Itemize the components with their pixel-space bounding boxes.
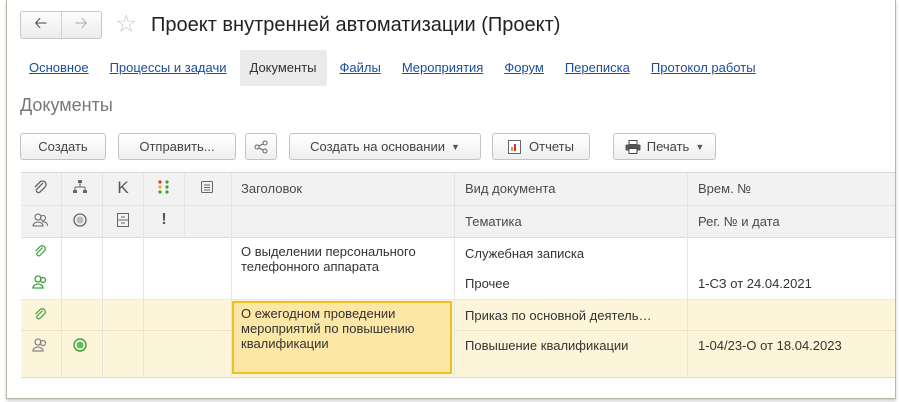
list-icon[interactable] (196, 179, 218, 200)
send-label: Отправить... (139, 139, 215, 154)
column-header-title[interactable]: Заголовок (241, 181, 302, 196)
column-separator (231, 173, 232, 377)
navigation-buttons: 🡠 🡢 (20, 11, 102, 39)
chevron-down-icon: ▼ (695, 141, 705, 152)
tab-correspondence[interactable]: Переписка (557, 50, 638, 86)
document-window: 🡠 🡢 ☆ Проект внутренней автоматизации (П… (6, 0, 896, 399)
back-button[interactable]: 🡠 (21, 12, 61, 38)
row-doc-type: Служебная записка (465, 246, 585, 261)
forward-button[interactable]: 🡢 (60, 12, 102, 38)
print-label: Печать (646, 139, 690, 154)
attachment-icon (29, 244, 51, 262)
header-divider (21, 205, 895, 206)
column-header-topic[interactable]: Тематика (465, 214, 522, 229)
table-header: K ! Заголовок Вид документа Врем. № Тема… (21, 173, 895, 238)
column-header-doc-type[interactable]: Вид документа (465, 181, 556, 196)
create-label: Создать (38, 139, 88, 154)
tab-bar: Основное Процессы и задачи Документы Фай… (21, 50, 769, 86)
section-title: Документы (20, 95, 113, 115)
k-letter-icon[interactable]: K (112, 178, 134, 198)
column-separator (184, 173, 185, 237)
participants-icon (29, 337, 51, 356)
row-doc-type: Приказ по основной деятель… (465, 308, 652, 323)
users-icon[interactable] (29, 212, 51, 233)
row-reg-no: 1-04/23-О от 18.04.2023 (698, 338, 842, 353)
column-separator (687, 173, 688, 377)
column-separator (143, 173, 144, 377)
printer-icon (625, 139, 641, 154)
column-header-reg-no[interactable]: Рег. № и дата (698, 214, 780, 229)
selected-cell[interactable]: О ежегодном проведении мероприятий по по… (232, 301, 452, 374)
circle-status-icon[interactable] (69, 212, 91, 233)
send-button[interactable]: Отправить... (118, 133, 236, 160)
clip-icon[interactable] (29, 179, 51, 200)
tab-forum[interactable]: Форум (496, 50, 552, 86)
cabinet-icon[interactable] (112, 212, 134, 233)
create-based-label: Создать на основании (310, 139, 445, 154)
tab-events[interactable]: Мероприятия (394, 50, 492, 86)
share-icon (254, 140, 268, 153)
column-separator (454, 173, 455, 377)
table-row[interactable]: О выделении персонального телефонного ап… (21, 238, 895, 300)
row-divider (454, 330, 895, 331)
row-title: О выделении персонального телефонного ап… (241, 244, 416, 274)
row-reg-no: 1-СЗ от 24.04.2021 (698, 276, 812, 291)
row-divider (21, 330, 232, 331)
row-topic: Повышение квалификации (465, 338, 629, 353)
page-title: Проект внутренней автоматизации (Проект) (151, 14, 561, 36)
tab-main[interactable]: Основное (21, 50, 97, 86)
documents-table: K ! Заголовок Вид документа Врем. № Тема… (21, 172, 895, 378)
column-separator (61, 173, 62, 377)
tab-processes[interactable]: Процессы и задачи (102, 50, 235, 86)
status-circle-icon (69, 337, 91, 356)
tab-work-log[interactable]: Протокол работы (643, 50, 764, 86)
arrow-right-icon: 🡢 (74, 14, 88, 32)
share-button[interactable] (245, 133, 277, 160)
row-topic: Прочее (465, 276, 510, 291)
tab-documents[interactable]: Документы (239, 50, 327, 86)
arrow-left-icon: 🡠 (34, 14, 48, 32)
star-icon[interactable]: ☆ (115, 11, 137, 37)
title-bar: 🡠 🡢 ☆ Проект внутренней автоматизации (П… (7, 0, 895, 52)
row-title: О ежегодном проведении мероприятий по по… (241, 306, 415, 351)
participants-icon (29, 274, 51, 293)
reports-label: Отчеты (529, 139, 574, 154)
print-button[interactable]: Печать ▼ (613, 133, 716, 160)
chevron-down-icon: ▼ (450, 141, 460, 152)
traffic-light-icon[interactable] (153, 179, 175, 200)
hierarchy-icon[interactable] (69, 179, 91, 200)
tab-files[interactable]: Файлы (332, 50, 389, 86)
report-icon (508, 139, 522, 154)
reports-button[interactable]: Отчеты (492, 133, 590, 160)
column-separator (102, 173, 103, 377)
create-button[interactable]: Создать (20, 133, 106, 160)
attachment-icon (29, 307, 51, 325)
exclamation-icon[interactable]: ! (153, 211, 175, 229)
create-based-on-button[interactable]: Создать на основании ▼ (289, 133, 481, 160)
column-header-temp-no[interactable]: Врем. № (698, 181, 751, 196)
